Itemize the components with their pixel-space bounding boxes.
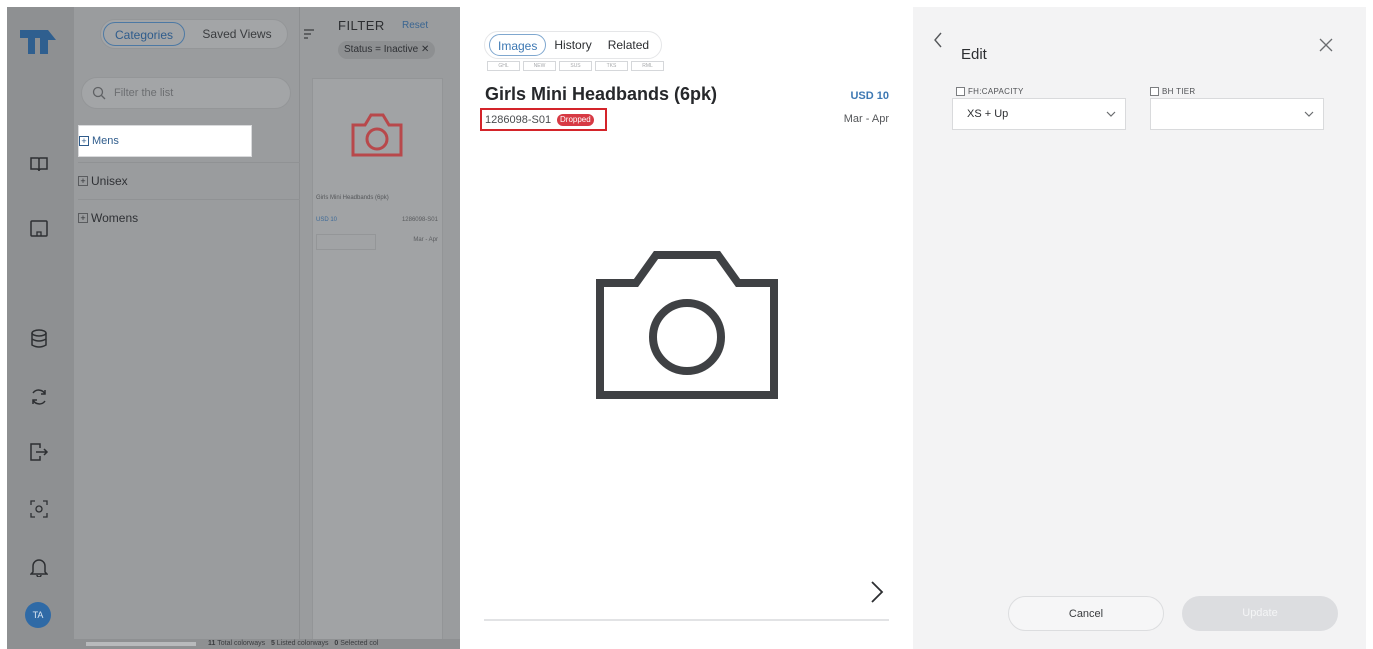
fh-capacity-select[interactable]: XS + Up bbox=[952, 98, 1126, 130]
product-season: Mar - Apr bbox=[843, 113, 889, 125]
export-icon[interactable] bbox=[27, 440, 51, 464]
filter-chip-label: Status = Inactive bbox=[344, 44, 419, 55]
card-name: Girls Mini Headbands (6pk) bbox=[316, 195, 389, 201]
product-title: Girls Mini Headbands (6pk) bbox=[485, 84, 718, 104]
chevron-down-icon bbox=[1304, 111, 1314, 117]
footer-stats: 11 Total colorways 5 Listed colorways 0 … bbox=[208, 640, 378, 647]
fh-capacity-label: FH:CAPACITY bbox=[956, 87, 1024, 96]
cancel-button[interactable]: Cancel bbox=[1008, 596, 1164, 631]
results-column: FILTER Reset Status = Inactive ✕ Girls M… bbox=[300, 7, 460, 649]
filter-list-placeholder: Filter the list bbox=[114, 87, 174, 99]
badge: SUS bbox=[559, 61, 592, 71]
board-icon[interactable] bbox=[27, 217, 51, 241]
product-detail-panel: Images History Related GHL NEW SUS TKS R… bbox=[460, 7, 913, 649]
sku-highlight: 1286098-S01 Dropped bbox=[480, 108, 607, 131]
status-badge: Dropped bbox=[557, 114, 594, 126]
expand-icon[interactable]: + bbox=[78, 212, 88, 223]
tree-item-mens[interactable]: + Mens bbox=[78, 125, 252, 157]
camera-icon bbox=[596, 251, 778, 399]
product-price: USD 10 bbox=[850, 90, 889, 102]
card-sku: 1286098-S01 bbox=[401, 217, 438, 223]
card-badges bbox=[316, 234, 376, 250]
reset-link[interactable]: Reset bbox=[402, 20, 428, 31]
sort-icon[interactable] bbox=[303, 29, 315, 39]
chevron-down-icon bbox=[1106, 111, 1116, 117]
card-season: Mar - Apr bbox=[413, 237, 438, 243]
expand-icon[interactable]: + bbox=[78, 175, 88, 186]
tab-related[interactable]: Related bbox=[600, 34, 657, 56]
bh-tier-select[interactable] bbox=[1150, 98, 1324, 130]
listed-count: 5 bbox=[270, 640, 275, 647]
tree-item-label: Unisex bbox=[91, 173, 128, 188]
tab-categories[interactable]: Categories bbox=[103, 22, 185, 46]
scan-icon[interactable] bbox=[27, 497, 51, 521]
fh-capacity-label-text: FH:CAPACITY bbox=[968, 87, 1024, 96]
tree-item-womens[interactable]: + Womens bbox=[78, 199, 300, 235]
view-switch: Categories Saved Views bbox=[100, 19, 288, 49]
frame-right bbox=[1366, 0, 1373, 649]
bh-tier-label-text: BH TIER bbox=[1162, 87, 1196, 96]
sync-icon[interactable] bbox=[27, 385, 51, 409]
tab-images[interactable]: Images bbox=[489, 34, 547, 56]
frame-top bbox=[0, 0, 1373, 7]
search-icon bbox=[92, 86, 106, 100]
product-card[interactable]: Girls Mini Headbands (6pk) USD 10 128609… bbox=[312, 78, 443, 649]
filter-chip[interactable]: Status = Inactive ✕ bbox=[338, 41, 436, 59]
edit-panel: Edit FH:CAPACITY XS + Up BH TIER Cancel … bbox=[913, 7, 1366, 649]
total-count: 11 bbox=[208, 640, 216, 647]
fh-capacity-value: XS + Up bbox=[967, 108, 1009, 120]
badge: RML bbox=[631, 61, 664, 71]
tree-item-label: Womens bbox=[91, 210, 139, 225]
bh-tier-label: BH TIER bbox=[1150, 87, 1196, 96]
tree-item-label: Mens bbox=[92, 135, 119, 147]
attribute-badges: GHL NEW SUS TKS RML bbox=[487, 61, 664, 71]
badge: GHL bbox=[487, 61, 520, 71]
update-button[interactable]: Update bbox=[1182, 596, 1338, 631]
badge: NEW bbox=[523, 61, 556, 71]
brand-logo[interactable] bbox=[18, 26, 58, 56]
tree-item-unisex[interactable]: + Unisex bbox=[78, 162, 300, 198]
tab-history[interactable]: History bbox=[546, 34, 599, 56]
edit-title: Edit bbox=[961, 46, 987, 63]
detail-tabs: Images History Related bbox=[484, 31, 663, 59]
camera-icon bbox=[351, 113, 403, 157]
filter-list-input[interactable]: Filter the list bbox=[81, 77, 291, 109]
avatar[interactable]: TA bbox=[25, 602, 51, 628]
filter-title: FILTER bbox=[338, 18, 385, 33]
frame-left bbox=[0, 0, 7, 649]
database-icon[interactable] bbox=[27, 327, 51, 351]
product-sku: 1286098-S01 bbox=[485, 114, 552, 126]
selected-count: 0 bbox=[334, 640, 339, 647]
listed-label: Listed colorways bbox=[276, 640, 329, 647]
book-icon[interactable] bbox=[27, 152, 51, 176]
close-icon[interactable]: ✕ bbox=[421, 44, 429, 55]
categories-panel: Categories Saved Views Filter the list +… bbox=[74, 7, 300, 649]
card-price: USD 10 bbox=[316, 217, 338, 223]
bell-icon[interactable] bbox=[27, 555, 51, 579]
tab-saved-views[interactable]: Saved Views bbox=[193, 22, 281, 46]
nav-rail: TA bbox=[7, 7, 74, 649]
bh-tier-checkbox[interactable] bbox=[1150, 87, 1159, 96]
expand-icon[interactable]: + bbox=[79, 136, 89, 146]
divider bbox=[484, 619, 889, 621]
chevron-left-icon[interactable] bbox=[933, 32, 943, 48]
list-footer: 11 Total colorways 5 Listed colorways 0 … bbox=[74, 639, 460, 649]
chevron-right-icon[interactable] bbox=[870, 580, 884, 604]
total-label: Total colorways bbox=[217, 640, 266, 647]
app-window: TA Categories Saved Views Filter the lis… bbox=[0, 0, 1373, 649]
selected-label: Selected col bbox=[340, 640, 379, 647]
scrollbar[interactable] bbox=[86, 642, 196, 646]
badge: TKS bbox=[595, 61, 628, 71]
close-icon[interactable] bbox=[1319, 38, 1333, 52]
fh-capacity-checkbox[interactable] bbox=[956, 87, 965, 96]
